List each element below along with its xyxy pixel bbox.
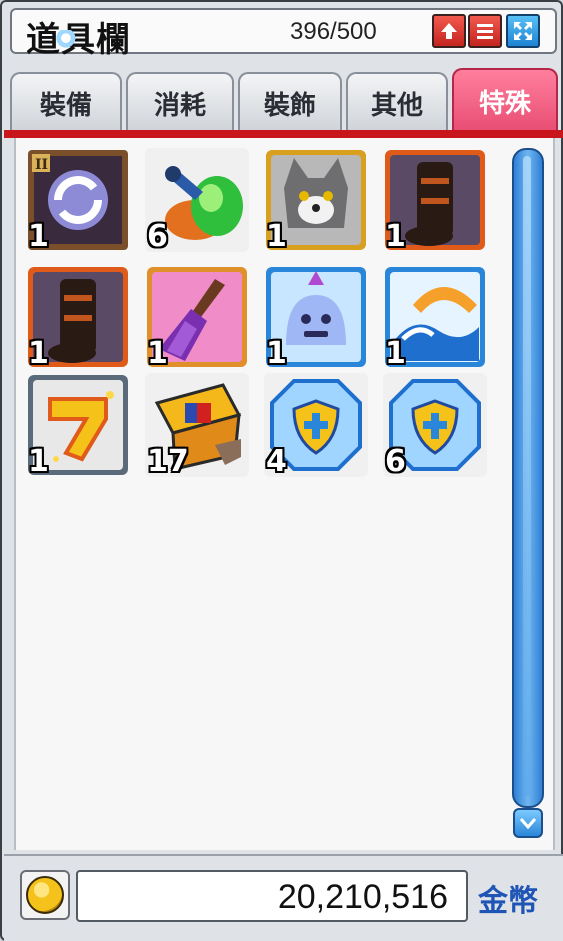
tab-equip[interactable]: 裝備 [10, 72, 122, 132]
category-tabs: 裝備 消耗 裝飾 其他 特殊 [8, 68, 559, 132]
item-slot[interactable]: 1 [26, 373, 130, 477]
item-quantity: 1 [385, 219, 406, 252]
item-quantity: 1 [266, 219, 287, 252]
menu-button[interactable] [468, 14, 502, 48]
tab-underline [4, 130, 563, 138]
expand-button[interactable] [506, 14, 540, 48]
item-quantity: 1 [385, 336, 406, 369]
list-icon [477, 24, 493, 39]
item-slot[interactable]: 1 [26, 265, 130, 369]
item-quantity: 6 [147, 219, 168, 252]
scroll-down-button[interactable] [513, 808, 543, 838]
item-slot[interactable]: 1 [383, 265, 487, 369]
tab-other[interactable]: 其他 [346, 72, 448, 132]
tab-decoration[interactable]: 裝飾 [238, 72, 342, 132]
currency-label: 金幣 [478, 884, 538, 919]
item-quantity: 1 [28, 219, 49, 252]
sparkle-icon [56, 30, 78, 48]
tab-special[interactable]: 特殊 [452, 68, 558, 132]
item-slot[interactable]: 4 [264, 373, 368, 477]
item-slot[interactable]: 1 [264, 148, 368, 252]
inventory-capacity: 396/500 [290, 18, 377, 45]
inventory-window: 道具欄 396/500 裝備 消耗 裝飾 其他 特殊 II 1 6 1 1 1 … [0, 0, 563, 941]
item-quantity: 6 [385, 444, 406, 477]
coin-icon [26, 876, 64, 914]
item-quantity: 1 [28, 444, 49, 477]
item-slot[interactable]: 6 [145, 148, 249, 252]
window-title: 道具欄 [26, 20, 131, 60]
expand-icon [514, 22, 532, 40]
arrow-up-icon [441, 23, 457, 39]
coin-button[interactable] [20, 870, 70, 920]
money-display: 20,210,516 [76, 870, 468, 922]
item-grid-panel: II 1 6 1 1 1 1 1 1 1 17 4 6 [14, 138, 555, 850]
money-bar: 20,210,516 金幣 [4, 854, 563, 941]
item-quantity: 17 [147, 444, 189, 477]
money-amount: 20,210,516 [277, 878, 448, 916]
item-scrollbar[interactable] [512, 148, 544, 838]
item-slot[interactable]: II 1 [26, 148, 130, 252]
item-slot[interactable]: 17 [145, 373, 249, 477]
chevron-down-icon [520, 818, 536, 829]
item-slot[interactable]: 1 [383, 148, 487, 252]
item-quantity: 1 [147, 336, 168, 369]
scroll-thumb[interactable] [512, 148, 544, 808]
title-bar[interactable]: 道具欄 396/500 [10, 8, 557, 60]
sort-up-button[interactable] [432, 14, 466, 48]
item-quantity: 1 [266, 336, 287, 369]
tab-consume[interactable]: 消耗 [126, 72, 234, 132]
item-slot[interactable]: 1 [264, 265, 368, 369]
item-quantity: 1 [28, 336, 49, 369]
svg-text:II: II [35, 157, 48, 173]
item-slot[interactable]: 6 [383, 373, 487, 477]
item-quantity: 4 [266, 444, 287, 477]
scroll-highlight [523, 156, 531, 796]
item-slot[interactable]: 1 [145, 265, 249, 369]
